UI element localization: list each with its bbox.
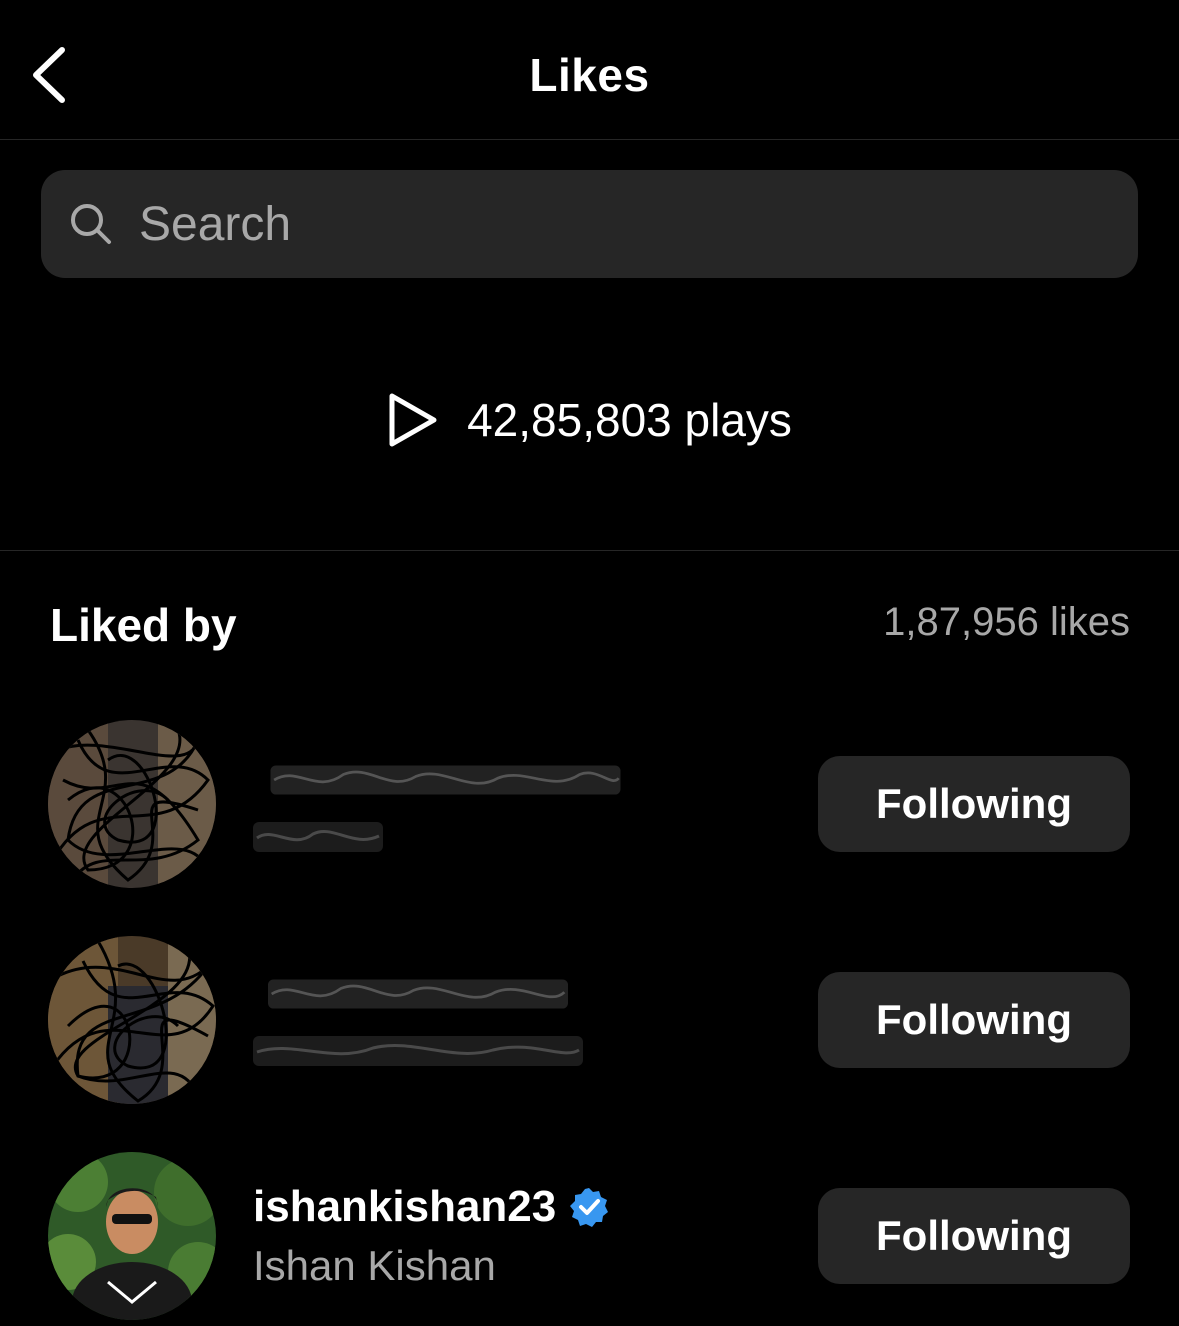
search-icon — [71, 204, 111, 244]
list-item[interactable]: Following — [0, 720, 1179, 890]
redacted-full-name — [253, 822, 383, 852]
list-item[interactable]: Following — [0, 936, 1179, 1106]
verified-badge-icon — [570, 1188, 609, 1227]
search-bar[interactable] — [41, 170, 1138, 278]
header: Likes — [0, 0, 1179, 140]
plays-stat: 42,85,803 plays — [0, 390, 1179, 450]
plays-count: 42,85,803 plays — [467, 394, 792, 446]
page-title: Likes — [529, 49, 650, 101]
liked-by-heading: Liked by — [50, 599, 237, 651]
redacted-username — [270, 765, 621, 795]
avatar[interactable] — [48, 936, 216, 1104]
likes-count[interactable]: 1,87,956 likes — [883, 600, 1130, 645]
following-button[interactable]: Following — [818, 756, 1130, 852]
full-name: Ishan Kishan — [253, 1242, 496, 1289]
divider — [0, 550, 1179, 551]
list-item[interactable]: ishankishan23 Ishan Kishan Following — [0, 1152, 1179, 1322]
play-icon — [389, 393, 437, 447]
username[interactable]: ishankishan23 — [253, 1182, 610, 1232]
username-text: ishankishan23 — [253, 1182, 557, 1231]
avatar[interactable] — [48, 1152, 216, 1320]
following-button[interactable]: Following — [818, 1188, 1130, 1284]
likes-screen: Likes 42,85,803 plays Liked by 1,87,956 … — [0, 0, 1179, 1326]
avatar[interactable] — [48, 720, 216, 888]
search-input[interactable] — [137, 195, 1138, 253]
following-button[interactable]: Following — [818, 972, 1130, 1068]
redacted-username — [268, 979, 568, 1009]
redacted-full-name — [253, 1036, 583, 1066]
